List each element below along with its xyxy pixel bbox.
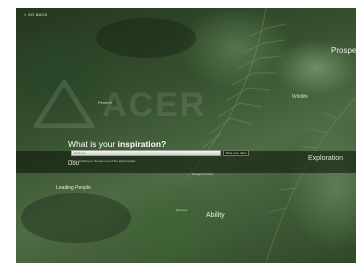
- search-row: Art & Co Write your Idea!: [71, 150, 311, 158]
- question-lead: What is your: [68, 139, 118, 149]
- question-emphasis: inspiration?: [117, 139, 167, 149]
- topic-prosper[interactable]: Prosper: [331, 46, 356, 55]
- triangle-logo-icon: [31, 77, 97, 129]
- topic-discover[interactable]: Discover: [176, 208, 188, 212]
- input-hint: Type anything or choose one of the topic…: [71, 159, 136, 163]
- topic-ability[interactable]: Ability: [206, 212, 225, 219]
- go-back-button[interactable]: < GO BACK: [22, 12, 47, 17]
- topic-exploration[interactable]: Exploration: [308, 155, 343, 162]
- inspiration-input[interactable]: Art & Co: [71, 150, 221, 156]
- watermark-text: ACER: [102, 86, 207, 124]
- topic-wildlife[interactable]: Wildlife: [292, 94, 308, 100]
- brand-watermark: ACER: [31, 77, 264, 129]
- submit-idea-button[interactable]: Write your Idea!: [223, 150, 249, 156]
- go-back-label: < GO BACK: [24, 12, 48, 17]
- topic-penemi[interactable]: Penemi: [98, 100, 112, 105]
- inspiration-question: What is your inspiration?: [68, 139, 166, 149]
- fern-background-image: [21, 8, 356, 263]
- topic-leading-people[interactable]: Leading People: [56, 185, 91, 191]
- topic-design-process[interactable]: Design Process: [192, 172, 213, 176]
- inspiration-screen: < GO BACK ACER Prosper Wildlife Penemi E…: [16, 8, 356, 263]
